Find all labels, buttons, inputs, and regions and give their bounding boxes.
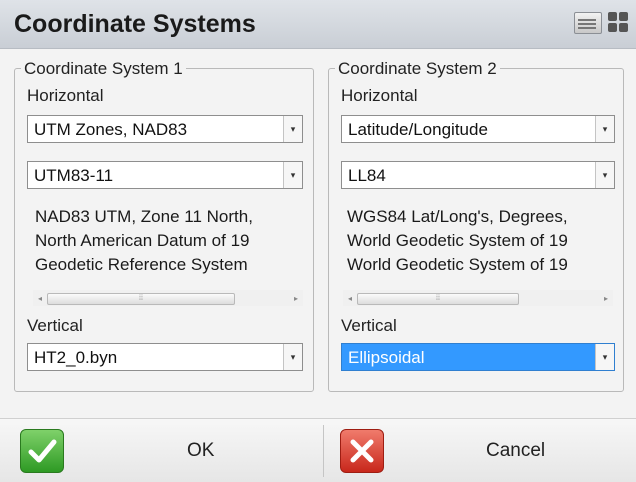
cs2-zone-group-value: Latitude/Longitude [348, 120, 488, 139]
cs1-description: NAD83 UTM, Zone 11 North, North American… [35, 205, 305, 279]
chevron-down-icon[interactable]: ▾ [595, 116, 614, 142]
cs1-zone-group-value: UTM Zones, NAD83 [34, 120, 188, 139]
cs1-scroll-thumb[interactable]: ⁞⁞ [47, 293, 235, 305]
cs1-zone-select[interactable]: UTM83-11 ▾ [27, 161, 303, 189]
title-bar: Coordinate Systems [0, 0, 636, 49]
cs1-horizontal-label: Horizontal [27, 86, 104, 105]
cs1-vertical-select[interactable]: HT2_0.byn ▾ [27, 343, 303, 371]
chevron-down-icon[interactable]: ▾ [595, 162, 614, 188]
cs2-description-line: WGS84 Lat/Long's, Degrees, [347, 207, 568, 226]
cs2-vertical-value: Ellipsoidal [348, 348, 425, 367]
cs2-vertical-label: Vertical [341, 316, 397, 335]
cs2-vertical-select[interactable]: Ellipsoidal ▾ [341, 343, 615, 371]
button-bar: OK Cancel [0, 418, 636, 482]
cs2-description: WGS84 Lat/Long's, Degrees, World Geodeti… [347, 205, 615, 279]
cs2-description-line: World Geodetic System of 19 [347, 231, 568, 250]
keyboard-icon[interactable] [574, 12, 602, 34]
cs1-description-line: North American Datum of 19 [35, 231, 250, 250]
cs1-description-line: Geodetic Reference System [35, 255, 248, 274]
coordinate-system-2-legend: Coordinate System 2 [335, 59, 500, 79]
cs2-scroll-thumb[interactable]: ⁞⁞ [357, 293, 519, 305]
chevron-down-icon[interactable]: ▾ [283, 116, 302, 142]
scroll-left-icon[interactable]: ◂ [33, 290, 47, 306]
scroll-left-icon[interactable]: ◂ [343, 290, 357, 306]
cs2-horizontal-label: Horizontal [341, 86, 418, 105]
grid-icon[interactable] [608, 12, 628, 32]
chevron-down-icon[interactable]: ▾ [283, 344, 302, 370]
coordinate-system-2-group: Coordinate System 2 Horizontal Latitude/… [328, 59, 624, 392]
checkmark-icon [20, 429, 64, 473]
chevron-down-icon[interactable]: ▾ [283, 162, 302, 188]
close-icon [340, 429, 384, 473]
cs1-vertical-value: HT2_0.byn [34, 348, 118, 367]
cs2-zone-value: LL84 [348, 166, 386, 185]
chevron-down-icon[interactable]: ▾ [595, 344, 614, 370]
ok-button[interactable]: OK [0, 419, 323, 482]
cs1-zone-value: UTM83-11 [34, 166, 114, 185]
cs1-horizontal-scrollbar[interactable]: ◂ ⁞⁞ ▸ [33, 290, 303, 306]
cs2-zone-select[interactable]: LL84 ▾ [341, 161, 615, 189]
cancel-label: Cancel [486, 439, 546, 461]
scroll-right-icon[interactable]: ▸ [289, 290, 303, 306]
coordinate-system-1-group: Coordinate System 1 Horizontal UTM Zones… [14, 59, 314, 392]
cs2-description-line: World Geodetic System of 19 [347, 255, 568, 274]
cs2-horizontal-scrollbar[interactable]: ◂ ⁞⁞ ▸ [343, 290, 613, 306]
title-bar-icons [574, 12, 628, 34]
coordinate-system-1-legend: Coordinate System 1 [21, 59, 186, 79]
cs1-description-line: NAD83 UTM, Zone 11 North, [35, 207, 253, 226]
cs1-zone-group-select[interactable]: UTM Zones, NAD83 ▾ [27, 115, 303, 143]
cs1-vertical-label: Vertical [27, 316, 83, 335]
ok-label: OK [187, 439, 215, 461]
cs2-zone-group-select[interactable]: Latitude/Longitude ▾ [341, 115, 615, 143]
scroll-right-icon[interactable]: ▸ [599, 290, 613, 306]
window-title: Coordinate Systems [14, 10, 256, 38]
cancel-button[interactable]: Cancel [324, 419, 636, 482]
